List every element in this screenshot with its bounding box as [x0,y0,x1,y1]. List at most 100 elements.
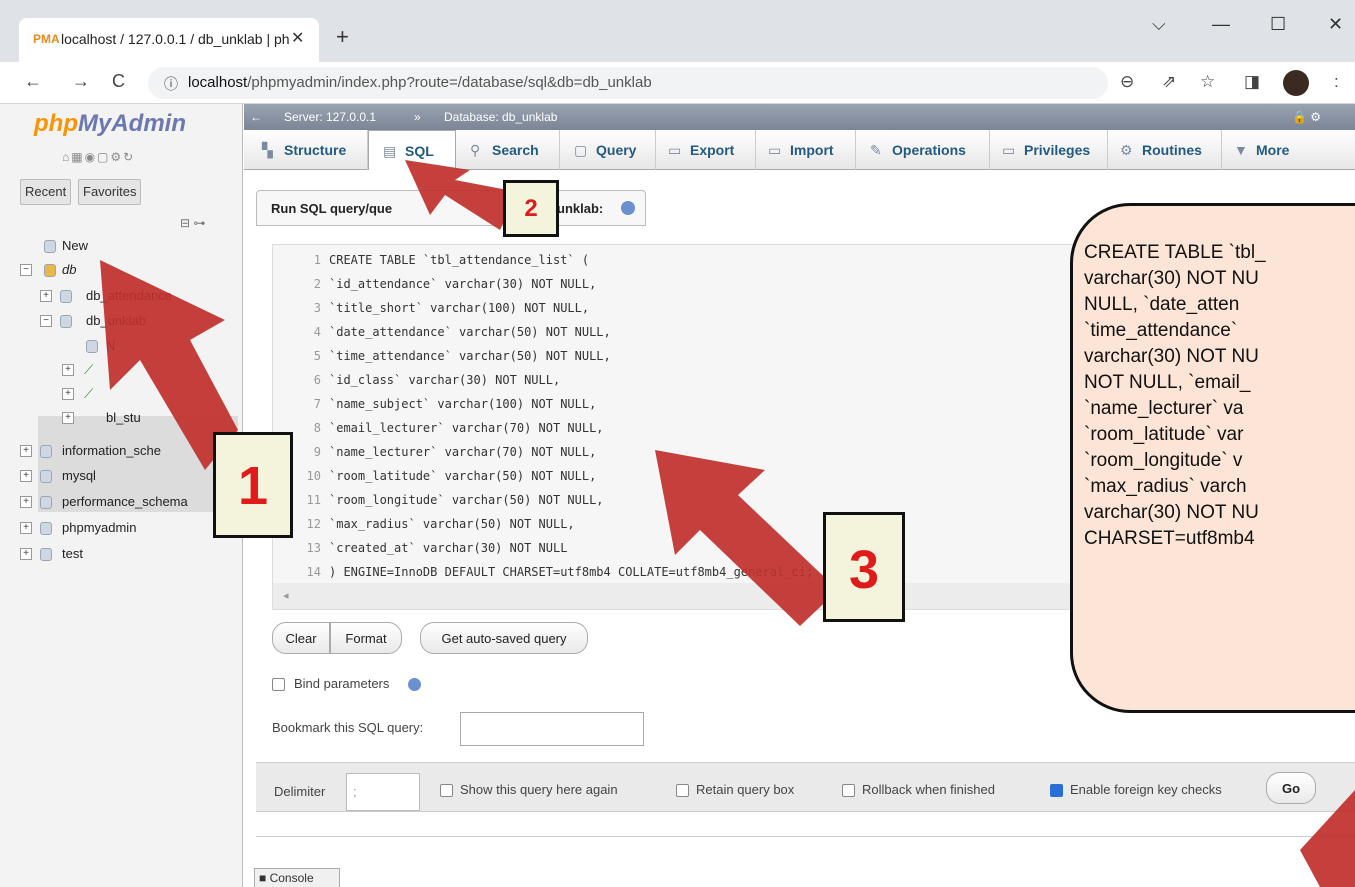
delimiter-input[interactable]: ; [346,773,420,811]
search-icon: ⚲ [470,142,481,158]
settings-icon[interactable]: 🔒 ⚙ [1292,110,1321,124]
pma-favicon-icon: PMA [33,32,60,46]
step-3-label: 3 [823,512,905,622]
tab-query[interactable]: ▢ Query [560,130,656,170]
database-icon [40,522,52,535]
import-icon: ▭ [768,142,782,158]
divider [256,836,1355,837]
go-button[interactable]: Go [1266,772,1316,804]
forward-button[interactable]: → [72,71,90,92]
sql-callout-text: CREATE TABLE `tbl_ varchar(30) NOT NU NU… [1084,242,1266,549]
retain-query-box-checkbox[interactable] [676,784,689,797]
query-icon: ▢ [574,142,588,158]
bind-parameters-label: Bind parameters [294,676,390,691]
collapse-all-icon[interactable]: ⊟ ⊶ [180,216,205,230]
navigation-sidebar: phpMyAdmin ⌂▦◉▢⚙↻ Recent Favorites ⊟ ⊶ N… [0,104,243,887]
collapse-nav-icon[interactable]: ← [250,110,262,124]
tab-search-icon[interactable]: ⌵ [1152,14,1166,35]
info-icon[interactable]: ⓘ [164,74,178,94]
table-icon: ⟋ [84,362,94,377]
export-icon: ▭ [668,142,682,158]
clear-button[interactable]: Clear [272,622,330,654]
help-icon[interactable] [408,678,421,691]
minimize-button[interactable]: — [1212,14,1230,35]
expand-icon[interactable]: + [20,445,32,457]
expand-icon[interactable]: + [62,388,74,400]
get-auto-saved-query-button[interactable]: Get auto-saved query [420,622,588,654]
database-icon [40,548,52,561]
side-panel-icon[interactable]: ◨ [1244,72,1260,92]
rollback-label: Rollback when finished [862,782,995,797]
help-icon[interactable] [621,201,635,215]
breadcrumb-server[interactable]: Server: 127.0.0.1 [284,110,376,124]
back-button[interactable]: ← [24,71,42,92]
tab-recent[interactable]: Recent [20,179,72,205]
expand-icon[interactable]: + [20,470,32,482]
close-window-button[interactable]: ✕ [1328,14,1343,35]
url-input[interactable]: ⓘ localhost/phpmyadmin/index.php?route=/… [148,67,1108,99]
expand-icon[interactable]: + [20,496,32,508]
console-icon: ■ [259,871,270,885]
delimiter-label: Delimiter [274,784,326,799]
phpmyadmin-logo[interactable]: phpMyAdmin [34,110,186,138]
new-tab-button[interactable]: + [336,24,349,50]
tab-sql[interactable]: ▤ SQL [368,130,456,170]
bookmark-star-icon[interactable]: ☆ [1200,72,1215,92]
format-button[interactable]: Format [330,622,402,654]
database-icon [40,470,52,483]
routines-icon: ⚙ [1120,142,1133,158]
privileges-icon: ▭ [1002,142,1016,158]
foreign-key-checks-checkbox[interactable] [1050,784,1063,797]
console-toggle[interactable]: ■ Console [254,868,340,887]
wrench-icon: ✎ [870,142,882,158]
tab-favorites[interactable]: Favorites [78,179,142,205]
tab-structure[interactable]: ▚ Structure [244,130,368,170]
foreign-key-checks-label: Enable foreign key checks [1070,782,1222,797]
expand-icon[interactable]: + [20,522,32,534]
bind-parameters-checkbox[interactable] [272,678,285,691]
tab-routines[interactable]: ⚙ Routines [1108,130,1222,170]
database-icon [40,445,52,458]
browser-tab[interactable]: PMA localhost / 127.0.0.1 / db_unklab | … [19,18,319,62]
sidebar-quick-icons[interactable]: ⌂▦◉▢⚙↻ [62,150,135,164]
scroll-left-icon[interactable]: ◂ [283,589,289,602]
collapse-icon[interactable]: − [20,264,32,276]
browser-menu-icon[interactable]: : [1334,72,1339,92]
browser-tab-bar: PMA localhost / 127.0.0.1 / db_unklab | … [0,0,1355,62]
address-bar-row: ← → C ⓘ localhost/phpmyadmin/index.php?r… [0,62,1355,104]
tab-privileges[interactable]: ▭ Privileges [990,130,1108,170]
expand-icon[interactable]: + [20,548,32,560]
expand-icon[interactable]: + [62,364,74,376]
tab-import[interactable]: ▭ Import [756,130,856,170]
breadcrumb: ← Server: 127.0.0.1 » Database: db_unkla… [244,104,1355,130]
collapse-icon[interactable]: − [40,315,52,327]
share-icon[interactable]: ⇗ [1162,72,1176,92]
step-1-label: 1 [213,432,293,538]
profile-avatar[interactable] [1283,70,1309,96]
expand-icon[interactable]: + [62,412,74,424]
sql-panel-title: Run SQL query/que unklab: [256,190,646,226]
zoom-icon[interactable]: ⊖ [1120,72,1134,92]
maximize-button[interactable]: ☐ [1270,14,1286,35]
table-icon: ⟋ [84,386,94,401]
tab-search[interactable]: ⚲ Search [456,130,560,170]
step-2-label: 2 [503,180,559,237]
reload-button[interactable]: C [112,71,125,92]
sql-icon: ▤ [383,143,397,159]
dropdown-icon: ▼ [1234,142,1248,158]
bookmark-label: Bookmark this SQL query: [272,720,424,735]
expand-icon[interactable]: + [40,290,52,302]
breadcrumb-database[interactable]: Database: db_unklab [444,110,557,124]
database-icon [40,496,52,509]
new-db-icon [44,240,56,253]
tab-title: localhost / 127.0.0.1 / db_unklab | ph [61,31,290,47]
show-query-again-checkbox[interactable] [440,784,453,797]
tab-export[interactable]: ▭ Export [656,130,756,170]
structure-icon: ▚ [262,142,273,158]
rollback-checkbox[interactable] [842,784,855,797]
tab-more[interactable]: ▼ More [1222,130,1322,170]
tab-close-icon[interactable]: ✕ [291,28,304,48]
bookmark-input[interactable] [460,712,644,746]
tab-operations[interactable]: ✎ Operations [856,130,990,170]
new-table-icon [86,340,98,353]
